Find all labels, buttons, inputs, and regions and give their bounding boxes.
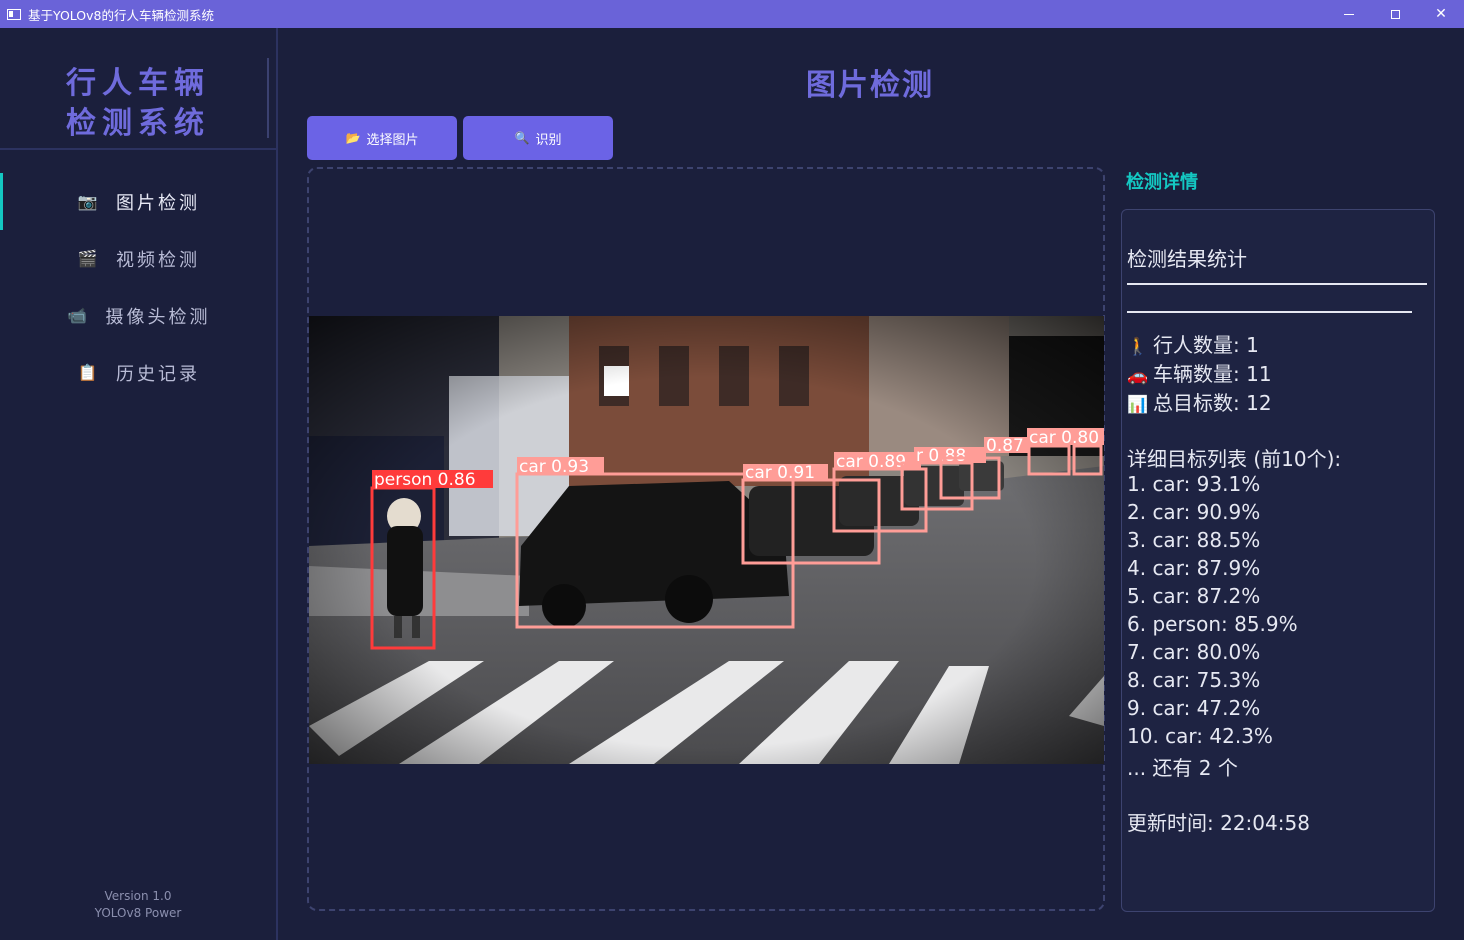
detect-button[interactable]: 🔍 识别 [463, 116, 613, 160]
logo-line-1: 行人车辆 [66, 66, 210, 101]
minimize-button[interactable] [1326, 0, 1372, 28]
detection-label: car 0.80 [1029, 428, 1099, 448]
camera-icon: 📷 [77, 192, 101, 211]
folder-icon: 📂 [345, 131, 361, 145]
street-scene-picture: person 0.86 car 0.93 car 0.91 car 0.89 r… [309, 316, 1104, 764]
window-title: 基于YOLOv8的行人车辆检测系统 [28, 7, 214, 23]
close-button[interactable]: ✕ [1418, 0, 1464, 28]
list-item: 8. car: 75.3% [1127, 668, 1261, 692]
detection-label: 0.87 [986, 436, 1024, 456]
list-item: 9. car: 47.2% [1127, 696, 1261, 720]
sidebar: 行人车辆 检测系统 📷 图片检测 🎬 视频检测 📹 摄像头检测 📋 历史记录 V… [0, 28, 278, 940]
pedestrian-count-text: 行人数量: 1 [1153, 333, 1259, 357]
powered-text: YOLOv8 Power [94, 906, 182, 920]
select-image-button[interactable]: 📂 选择图片 [307, 116, 457, 160]
clapper-icon: 🎬 [77, 249, 101, 268]
sidebar-item-label: 图片检测 [116, 192, 200, 214]
list-item: 7. car: 80.0% [1127, 640, 1261, 664]
detection-label: car 0.93 [519, 457, 589, 477]
video-camera-icon: 📹 [67, 306, 90, 325]
version-info: Version 1.0 YOLOv8 Power [0, 888, 276, 922]
app-logo: 行人车辆 检测系统 [0, 28, 276, 150]
car-icon: 🚗 [1127, 366, 1149, 386]
sidebar-item-label: 历史记录 [116, 363, 200, 385]
list-item: 2. car: 90.9% [1127, 500, 1261, 524]
maximize-button[interactable] [1372, 0, 1418, 28]
total-count: 📊 总目标数: 12 [1127, 387, 1272, 416]
details-panel: 检测结果统计 🚶 行人数量: 1 🚗 车辆数量: 11 📊 总目标数: 12 详细目标… [1121, 209, 1435, 912]
sidebar-nav: 📷 图片检测 🎬 视频检测 📹 摄像头检测 📋 历史记录 [0, 173, 276, 401]
list-item: 10. car: 42.3% [1127, 724, 1273, 748]
bar-chart-icon: 📊 [1127, 395, 1149, 415]
vehicle-count: 🚗 车辆数量: 11 [1127, 358, 1272, 387]
stats-title: 检测结果统计 [1127, 247, 1247, 271]
select-image-label: 选择图片 [366, 132, 419, 148]
vehicle-count-text: 车辆数量: 11 [1153, 362, 1272, 386]
window-controls: ✕ [1326, 0, 1464, 28]
detection-result-image: person 0.86 car 0.93 car 0.91 car 0.89 r… [309, 316, 1104, 764]
logo-line-2: 检测系统 [66, 106, 210, 141]
logo-divider [267, 58, 269, 138]
app-icon [7, 8, 21, 20]
target-list-title: 详细目标列表 (前10个): [1127, 447, 1342, 471]
sidebar-item-history[interactable]: 📋 历史记录 [0, 344, 276, 401]
detect-label: 识别 [535, 132, 562, 148]
more-targets-text: ... 还有 2 个 [1127, 756, 1238, 780]
maximize-icon [1390, 9, 1400, 19]
pedestrian-count: 🚶 行人数量: 1 [1127, 329, 1259, 358]
separator-line [1127, 311, 1412, 313]
detection-label: person 0.86 [374, 470, 476, 490]
list-item: 6. person: 85.9% [1127, 612, 1298, 636]
details-heading: 检测详情 [1126, 172, 1198, 193]
sidebar-item-video-detection[interactable]: 🎬 视频检测 [0, 230, 276, 287]
target-list: 1. car: 93.1% 2. car: 90.9% 3. car: 88.5… [1127, 470, 1298, 750]
page-title: 图片检测 [806, 68, 934, 103]
close-icon: ✕ [1435, 6, 1447, 22]
clipboard-icon: 📋 [77, 363, 101, 382]
version-text: Version 1.0 [104, 889, 172, 903]
separator-line [1127, 283, 1427, 285]
detection-label: car 0.91 [745, 463, 815, 483]
detection-label: car 0.89 [836, 452, 906, 472]
magnifier-icon: 🔍 [514, 131, 530, 145]
total-count-text: 总目标数: 12 [1153, 391, 1272, 415]
sidebar-item-label: 视频检测 [116, 249, 200, 271]
sidebar-item-image-detection[interactable]: 📷 图片检测 [0, 173, 276, 230]
list-item: 5. car: 87.2% [1127, 584, 1261, 608]
list-item: 3. car: 88.5% [1127, 528, 1261, 552]
pedestrian-icon: 🚶 [1127, 337, 1149, 357]
list-item: 1. car: 93.1% [1127, 472, 1261, 496]
update-time: 更新时间: 22:04:58 [1127, 811, 1310, 835]
list-item: 4. car: 87.9% [1127, 556, 1261, 580]
minimize-icon [1344, 13, 1354, 15]
sidebar-item-camera-detection[interactable]: 📹 摄像头检测 [0, 287, 276, 344]
title-bar: 基于YOLOv8的行人车辆检测系统 ✕ [0, 0, 1464, 28]
sidebar-item-label: 摄像头检测 [105, 306, 211, 328]
